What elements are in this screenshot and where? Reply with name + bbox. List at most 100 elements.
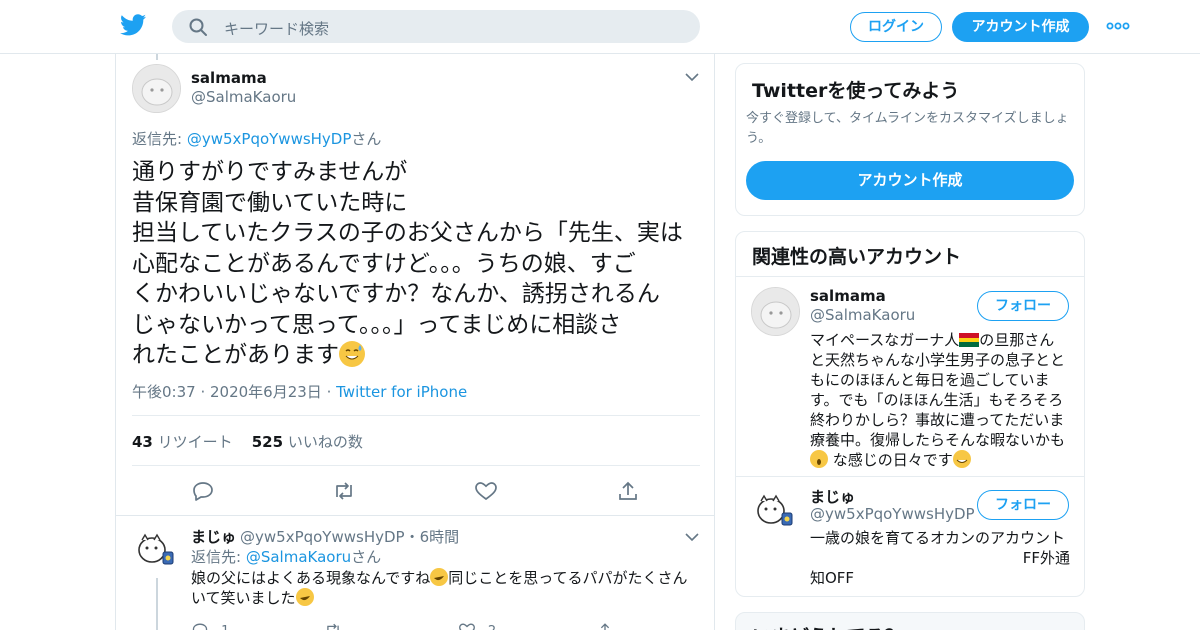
- avatar-image: [751, 487, 799, 535]
- reply-time[interactable]: 6時間: [420, 528, 460, 546]
- bio-line: 終わりかしら？事故に遭ってただいま: [810, 411, 1065, 429]
- like-icon[interactable]: [474, 480, 498, 502]
- account-name[interactable]: salmama: [810, 287, 886, 305]
- reply-like-count: 2: [488, 624, 496, 630]
- top-bar: キーワード検索 ログイン アカウント作成: [0, 0, 1200, 54]
- follow-button[interactable]: フォロー: [977, 490, 1069, 520]
- share-icon[interactable]: [616, 480, 640, 502]
- account-handle[interactable]: @yw5xPqoYwwsHyDP: [810, 505, 975, 523]
- trends-card: いまどうしてる？: [735, 612, 1085, 630]
- avatar[interactable]: [132, 526, 180, 574]
- reply-text-line: いて笑いました: [191, 588, 701, 608]
- chevron-down-icon[interactable]: [684, 531, 700, 543]
- bio-line: もにのほほんと毎日を過ごしていま: [810, 371, 1050, 389]
- thread-line: [156, 54, 158, 60]
- search-box[interactable]: キーワード検索: [172, 10, 700, 43]
- tweet-text-line: 通りすがりですみませんが: [132, 159, 408, 185]
- rofl-emoji-icon: [295, 588, 314, 606]
- reply-tweet[interactable]: まじゅ @yw5xPqoYwwsHyDP・6時間 返信先: @SalmaKaor…: [116, 515, 714, 630]
- bio-line: と天然ちゃんな小学生男子の息子とと: [810, 351, 1066, 369]
- reply-text-part: 同じことを思ってるパパがたくさん: [448, 569, 688, 587]
- bio-line: FF外通: [1022, 549, 1070, 567]
- tweet-source[interactable]: Twitter for iPhone: [336, 383, 467, 401]
- retweet-count[interactable]: 43: [132, 433, 153, 451]
- ghana-flag-icon: [959, 333, 980, 347]
- avatar[interactable]: [751, 487, 799, 535]
- bio-text: の旦那さん: [979, 331, 1055, 349]
- tweet-stats: 43 リツイート 525 いいねの数: [132, 431, 363, 452]
- share-icon[interactable]: [596, 622, 614, 630]
- like-label[interactable]: いいねの数: [288, 433, 363, 451]
- account-name[interactable]: まじゅ: [810, 486, 855, 507]
- chevron-down-icon[interactable]: [684, 71, 700, 83]
- reply-icon[interactable]: [191, 622, 209, 630]
- tweet-text-line: じゃないかって思って。。。」ってまじめに相談さ: [132, 311, 622, 338]
- tweet-column: salmama @SalmaKaoru 返信先: @yw5xPqoYwwsHyD…: [115, 54, 715, 630]
- related-accounts-title: 関連性の高いアカウント: [752, 246, 962, 268]
- author-name[interactable]: salmama: [191, 69, 267, 87]
- reply-context: 返信先: @yw5xPqoYwwsHyDPさん: [132, 128, 381, 149]
- search-input[interactable]: キーワード検索: [224, 18, 329, 39]
- reply-text-line: 娘の父にはよくある現象なんですね 同じことを思ってるパパがたくさん: [191, 568, 701, 588]
- divider: [132, 415, 700, 416]
- reply-count: 1: [221, 624, 229, 630]
- reply-actions: 1 2: [191, 622, 614, 630]
- tweet-text-line: 昔保育園で働いていた時に: [132, 189, 408, 216]
- signup-card-button[interactable]: アカウント作成: [746, 161, 1074, 200]
- author-handle[interactable]: @SalmaKaoru: [191, 88, 296, 106]
- account-bio: マイペースなガーナ人 の旦那さん と天然ちゃんな小学生男子の息子とと もにのほほん…: [810, 330, 1070, 470]
- reply-user-link[interactable]: @yw5xPqoYwwsHyDP: [187, 130, 352, 148]
- retweet-icon[interactable]: [332, 480, 356, 502]
- divider: [736, 476, 1084, 477]
- signup-card: Twitterを使ってみよう 今すぐ登録して、タイムラインをカスタマイズしましょ…: [735, 63, 1085, 216]
- reply-text-part: いて笑いました: [191, 589, 296, 607]
- bio-line: す。でも「のほほん生活」もそろそろ: [810, 391, 1064, 409]
- account-bio: 一歳の娘を育てるオカンのアカウント FF外通 知OFF: [810, 528, 1070, 588]
- reply-suffix: さん: [351, 130, 382, 148]
- reply-suffix: さん: [351, 548, 382, 566]
- rofl-emoji-icon: [430, 568, 449, 586]
- trends-title: いまどうしてる？: [752, 622, 903, 630]
- signup-card-title: Twitterを使ってみよう: [752, 80, 960, 102]
- bio-line: 一歳の娘を育てるオカンのアカウント: [810, 529, 1066, 547]
- divider: [132, 465, 700, 466]
- retweet-icon[interactable]: [324, 622, 342, 630]
- tweet-text-line: 心配なことがあるんですけど。。。うちの娘、すご: [132, 250, 636, 277]
- signup-button[interactable]: アカウント作成: [952, 12, 1089, 42]
- retweet-label[interactable]: リツイート: [158, 433, 233, 451]
- account-handle[interactable]: @SalmaKaoru: [810, 306, 915, 324]
- follow-button[interactable]: フォロー: [977, 291, 1069, 321]
- bio-text: マイペースなガーナ人: [810, 331, 960, 349]
- reply-handle-text[interactable]: @yw5xPqoYwwsHyDP: [240, 528, 405, 546]
- divider: [736, 276, 1084, 277]
- tweet-text: 通りすがりですみませんが 昔保育園で働いていた時に 担当していたクラスの子のお父…: [132, 157, 707, 371]
- grin-emoji-icon: [952, 450, 971, 468]
- reply-prefix: 返信先:: [132, 130, 187, 148]
- reply-author-handle: @yw5xPqoYwwsHyDP・6時間: [240, 526, 459, 547]
- like-icon[interactable]: [458, 622, 476, 630]
- signup-card-subtitle: 今すぐ登録して、タイムラインをカスタマイズしましょう。: [746, 111, 1069, 146]
- bio-line: 療養中。復帰したらそんな暇ないかも: [810, 431, 1066, 449]
- tweet-text-line: 担当していたクラスの子のお父さんから「先生、実は: [132, 220, 683, 246]
- reply-icon[interactable]: [191, 480, 215, 502]
- tweet-time[interactable]: 午後0:37: [132, 383, 196, 401]
- twitter-bird-icon[interactable]: [120, 13, 146, 37]
- search-icon: [189, 18, 207, 36]
- like-count[interactable]: 525: [252, 433, 283, 451]
- sweat-smile-emoji-icon: [339, 341, 365, 367]
- separator: ・: [404, 528, 420, 546]
- bio-line: 知OFF: [810, 569, 855, 587]
- avatar-image: [752, 288, 799, 335]
- reply-user-link[interactable]: @SalmaKaoru: [246, 548, 351, 566]
- bio-line: な感じの日々です: [810, 450, 1070, 470]
- avatar-image: [132, 526, 180, 574]
- reply-prefix: 返信先:: [191, 548, 246, 566]
- bio-line: マイペースなガーナ人 の旦那さん: [810, 330, 1070, 350]
- login-button[interactable]: ログイン: [850, 12, 942, 42]
- tweet-text-line: くかわいいじゃないですか？なんか、誘拐されるん: [132, 281, 660, 307]
- avatar[interactable]: [132, 64, 181, 113]
- tweet-date[interactable]: 2020年6月23日: [210, 383, 322, 401]
- more-icon[interactable]: [1106, 18, 1130, 34]
- avatar[interactable]: [751, 287, 800, 336]
- reply-author-name[interactable]: まじゅ: [191, 526, 236, 547]
